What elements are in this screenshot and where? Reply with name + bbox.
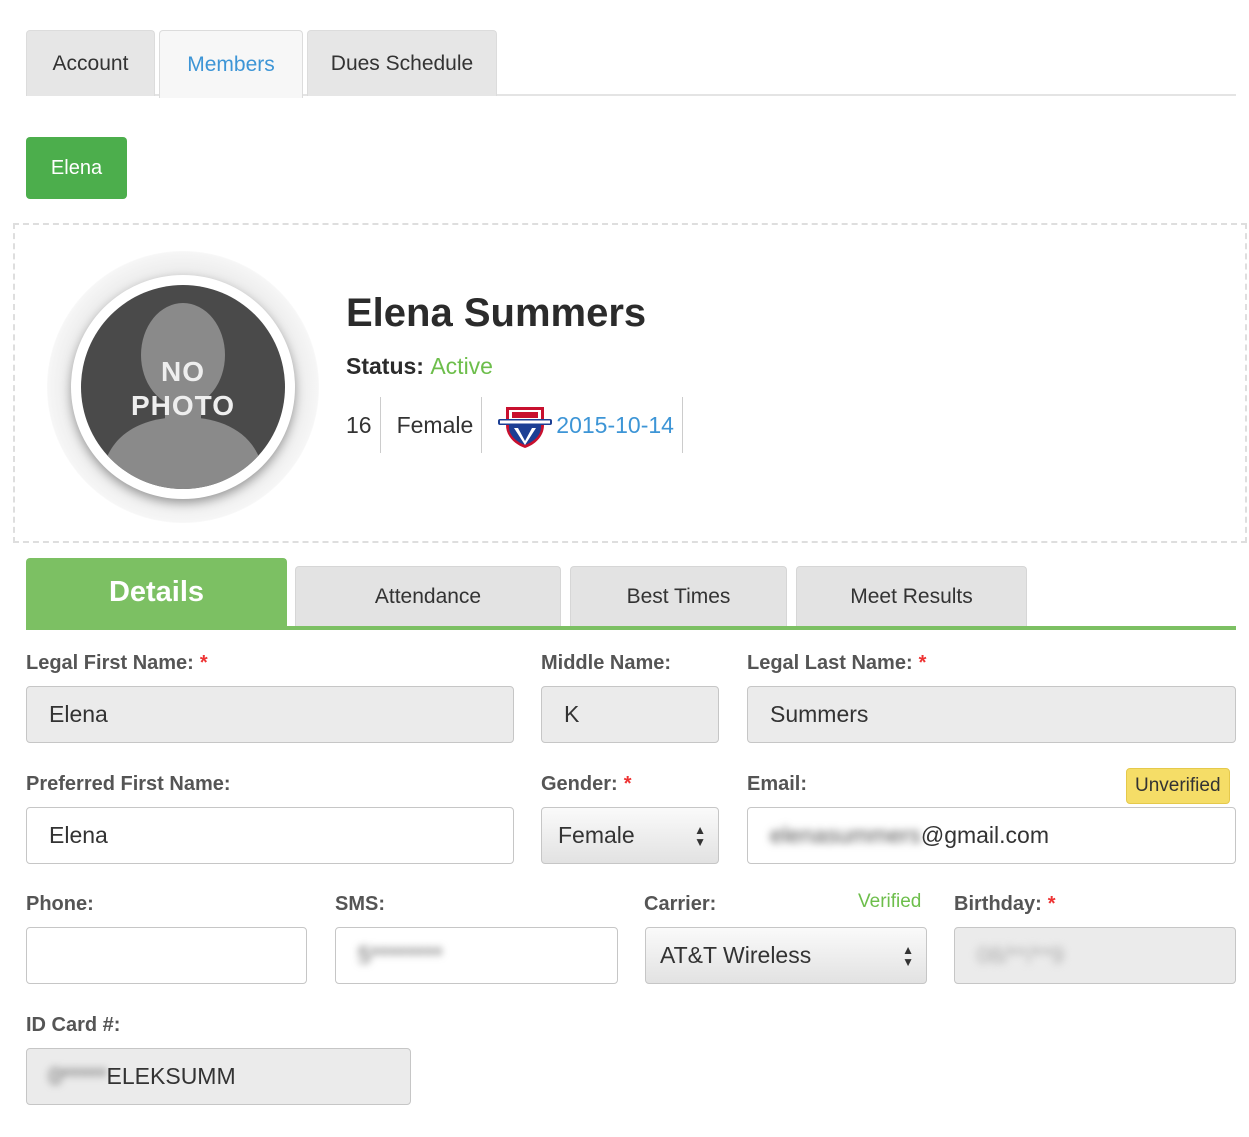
member-detail-tabs: Details Attendance Best Times Meet Resul… (26, 558, 1236, 630)
tab-dues-schedule[interactable]: Dues Schedule (307, 30, 497, 96)
legal-last-name-label: Legal Last Name: * (747, 652, 926, 675)
birthday-field[interactable]: 08/**/**9 (954, 927, 1236, 984)
required-marker: * (918, 652, 927, 674)
legal-first-name-label: Legal First Name: * (26, 652, 208, 675)
member-facts: 16 Female 2015-10-14 (346, 397, 683, 453)
preferred-first-name-field[interactable] (26, 807, 514, 864)
avatar: NO PHOTO (71, 275, 295, 499)
id-card-label: ID Card #: (26, 1014, 121, 1036)
gender-label-text: Gender: (541, 773, 618, 795)
email-field[interactable]: elenasummers @gmail.com (747, 807, 1236, 864)
member-name: Elena Summers (346, 291, 647, 335)
email-label: Email: (747, 773, 808, 795)
birthday-redacted-value: 08/**/**9 (977, 942, 1064, 968)
member-gender: Female (381, 397, 483, 453)
legal-first-name-label-text: Legal First Name: (26, 652, 194, 674)
birthday-label: Birthday: * (954, 893, 1056, 916)
carrier-selected-value: AT&T Wireless (660, 942, 812, 968)
sms-field[interactable]: 5******** (335, 927, 618, 984)
legal-last-name-label-text: Legal Last Name: (747, 652, 913, 674)
birthday-label-text: Birthday: (954, 893, 1042, 915)
gender-select[interactable]: Female ▲ ▼ (541, 807, 719, 864)
legal-first-name-field[interactable] (26, 686, 514, 743)
phone-field[interactable] (26, 927, 307, 984)
member-age: 16 (346, 397, 381, 453)
email-domain: @gmail.com (920, 822, 1049, 848)
sms-redacted-value: 5******** (358, 942, 443, 968)
required-marker: * (1047, 893, 1056, 915)
carrier-label: Carrier: (644, 893, 717, 915)
carrier-select[interactable]: AT&T Wireless ▲ ▼ (645, 927, 927, 984)
top-tab-bar: Account Members Dues Schedule (26, 30, 1236, 98)
tab-details[interactable]: Details (26, 558, 287, 626)
id-card-redacted-part: 0***** (49, 1063, 107, 1089)
id-card-field[interactable]: 0***** ELEKSUMM (26, 1048, 411, 1105)
email-redacted-part: elenasummers (770, 822, 921, 848)
member-chip-elena[interactable]: Elena (26, 137, 127, 199)
carrier-verified-status: Verified (858, 891, 922, 912)
tab-meet-results[interactable]: Meet Results (796, 566, 1027, 626)
middle-name-label: Middle Name: (541, 652, 672, 674)
usa-registration-date-link[interactable]: 2015-10-14 (556, 412, 674, 439)
legal-last-name-field[interactable] (747, 686, 1236, 743)
select-arrows-icon: ▲ ▼ (902, 943, 914, 969)
status-value: Active (430, 353, 493, 379)
gender-selected-value: Female (558, 822, 635, 848)
preferred-first-name-label: Preferred First Name: (26, 773, 231, 795)
member-profile-card: NO PHOTO Elena Summers Status: Active 16… (13, 223, 1247, 543)
id-card-suffix: ELEKSUMM (106, 1063, 236, 1089)
required-marker: * (623, 773, 632, 795)
member-status: Status: Active (346, 353, 493, 380)
tab-attendance[interactable]: Attendance (295, 566, 561, 626)
email-unverified-badge: Unverified (1126, 768, 1230, 804)
tab-best-times[interactable]: Best Times (570, 566, 787, 626)
usa-swimming-logo-icon (498, 407, 553, 448)
usa-swimming-registration[interactable]: 2015-10-14 (482, 397, 683, 453)
sms-label: SMS: (335, 893, 385, 915)
no-photo-placeholder: NO PHOTO (81, 285, 285, 489)
middle-name-field[interactable] (541, 686, 719, 743)
status-label: Status: (346, 353, 424, 379)
tab-account[interactable]: Account (26, 30, 155, 96)
no-photo-line-2: PHOTO (130, 390, 236, 421)
no-photo-text: NO PHOTO (81, 355, 285, 423)
no-photo-line-1: NO (161, 356, 205, 387)
gender-label: Gender: * (541, 773, 631, 796)
required-marker: * (199, 652, 208, 674)
tab-members[interactable]: Members (159, 30, 303, 98)
select-arrows-icon: ▲ ▼ (694, 823, 706, 849)
phone-label: Phone: (26, 893, 94, 915)
